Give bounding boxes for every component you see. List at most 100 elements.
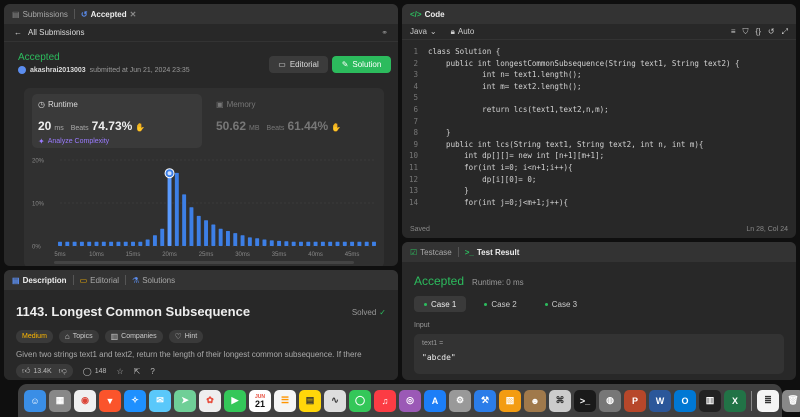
code-line[interactable]: 10 int dp[][]= new int [n+1][m+1];	[402, 150, 796, 162]
like-button[interactable]: 👍︎ 13.4K 👎︎	[16, 364, 73, 378]
trash-icon[interactable]: 🗑︎	[782, 389, 800, 412]
tab-description[interactable]: ▤ Description	[12, 276, 67, 285]
share-icon[interactable]: ⇱	[134, 367, 141, 376]
chart-bar[interactable]	[94, 241, 99, 246]
code-line[interactable]: 3 int n= text1.length();	[402, 69, 796, 81]
chart-bar[interactable]	[160, 228, 165, 246]
chart-bar[interactable]	[204, 220, 209, 246]
chart-bar[interactable]	[291, 241, 296, 246]
xcode-icon[interactable]: ⚒	[474, 389, 496, 412]
hint-tag[interactable]: ♡ Hint	[168, 330, 204, 343]
chart-bar[interactable]	[189, 207, 194, 246]
chart-bar[interactable]	[350, 241, 355, 246]
reminders-icon[interactable]: ☰	[274, 389, 296, 412]
code-line[interactable]: 7	[402, 116, 796, 128]
chart-bar[interactable]	[284, 241, 289, 246]
photos-icon[interactable]: ✿	[199, 389, 221, 412]
chart-bar[interactable]	[225, 230, 230, 246]
chart-scrollbar[interactable]	[54, 261, 354, 264]
chart-bar[interactable]	[313, 241, 318, 246]
contacts-icon[interactable]: ☻	[524, 389, 546, 412]
chart-bar[interactable]	[342, 241, 347, 246]
code-line[interactable]: 4 int m= text2.length();	[402, 81, 796, 93]
chart-bar[interactable]	[72, 241, 77, 246]
case-tab-2[interactable]: Case 2	[474, 296, 526, 312]
chart-bar[interactable]	[247, 237, 252, 246]
chart-bar[interactable]	[138, 241, 143, 246]
all-submissions-link[interactable]: ← All Submissions	[14, 28, 84, 37]
tab-submissions[interactable]: ▤ Submissions	[12, 10, 68, 19]
app-store-icon[interactable]: A	[424, 389, 446, 412]
chrome-icon[interactable]: ◉	[74, 389, 96, 412]
mail-icon[interactable]: ✉	[149, 389, 171, 412]
format-icon[interactable]: ≡	[731, 27, 736, 36]
chart-bar[interactable]	[123, 241, 128, 246]
code-line[interactable]: 13 }	[402, 185, 796, 197]
tab-test-result[interactable]: >_ Test Result	[465, 248, 520, 257]
chart-bar[interactable]	[240, 235, 245, 246]
memory-card[interactable]: ▣ Memory 50.62 MB Beats 61.44% ✋	[210, 94, 380, 148]
preview-icon[interactable]: ▧	[499, 389, 521, 412]
chart-bar[interactable]	[116, 241, 121, 246]
chart-bar[interactable]	[167, 177, 172, 246]
document-thumbnail-icon[interactable]: ≣	[757, 389, 779, 412]
utility-icon[interactable]: ⌘	[549, 389, 571, 412]
case-tab-3[interactable]: Case 3	[535, 296, 587, 312]
code-line[interactable]: 6 return lcs(text1,text2,n,m);	[402, 104, 796, 116]
comments-button[interactable]: ◯ 148	[83, 367, 107, 376]
tab-code[interactable]: </> Code	[410, 10, 445, 19]
star-icon[interactable]: ☆	[116, 367, 123, 376]
code-editor[interactable]: 1 class Solution {2 public int longestCom…	[402, 46, 796, 218]
chart-bar[interactable]	[131, 241, 135, 246]
chart-bar[interactable]	[211, 224, 216, 247]
chart-bar[interactable]	[79, 241, 84, 246]
chart-bar[interactable]	[269, 240, 274, 246]
problem-title[interactable]: 1143. Longest Common Subsequence	[16, 304, 250, 319]
case-tab-1[interactable]: Case 1	[414, 296, 467, 312]
chart-bar[interactable]	[335, 241, 340, 246]
music-icon[interactable]: ♫	[374, 389, 396, 412]
chart-bar[interactable]	[328, 241, 333, 246]
close-icon[interactable]: ✕	[130, 10, 137, 19]
analyze-complexity-link[interactable]: ✦ Analyze Complexity	[38, 137, 196, 146]
topics-tag[interactable]: ⌂ Topics	[58, 330, 99, 343]
chart-bar[interactable]	[372, 241, 376, 246]
freeform-icon[interactable]: ∿	[324, 389, 346, 412]
editorial-button[interactable]: ▭ Editorial	[269, 56, 328, 73]
reset-icon[interactable]: ↺	[768, 27, 775, 36]
settings-icon[interactable]: ⚙	[449, 389, 471, 412]
chart-bar[interactable]	[364, 241, 369, 246]
code-line[interactable]: 9 public int lcs(String text1, String te…	[402, 139, 796, 151]
piano-icon[interactable]: ▥	[699, 389, 721, 412]
code-line[interactable]: 5	[402, 92, 796, 104]
terminal-app-icon[interactable]: >_	[574, 389, 596, 412]
code-line[interactable]: 11 for(int i=0; i<n+1;i++){	[402, 162, 796, 174]
safari-icon[interactable]: ✧	[124, 389, 146, 412]
chart-bar[interactable]	[87, 241, 92, 246]
companies-tag[interactable]: ▥ Companies	[104, 330, 163, 343]
brave-icon[interactable]: ▼	[99, 389, 121, 412]
chart-bar[interactable]	[320, 241, 325, 246]
help-icon[interactable]: ?	[150, 367, 154, 376]
disk-utility-icon[interactable]: ◍	[599, 389, 621, 412]
maps-icon[interactable]: ➤	[174, 389, 196, 412]
tab-accepted[interactable]: ↺ Accepted ✕	[81, 10, 136, 19]
tab-editorial[interactable]: ▭ Editorial	[80, 276, 119, 285]
chart-bar[interactable]	[58, 241, 62, 246]
chart-bar[interactable]	[174, 172, 179, 246]
code-line[interactable]: 8 }	[402, 127, 796, 139]
tab-testcase[interactable]: ☑ Testcase	[410, 248, 452, 257]
thumbs-down-icon[interactable]: 👎︎	[59, 366, 67, 376]
facetime-icon[interactable]: ▶	[224, 389, 246, 412]
tab-solutions[interactable]: ⚗ Solutions	[132, 276, 175, 285]
language-select[interactable]: Java ⌄	[410, 27, 437, 36]
braces-icon[interactable]: {}	[756, 27, 761, 36]
runtime-distribution-chart[interactable]: 20% 10% 0% 5ms 10ms 15ms 20ms 25ms 30ms 35ms 40ms 4…	[24, 150, 384, 266]
chart-bar[interactable]	[255, 238, 260, 246]
chart-bar[interactable]	[357, 241, 362, 246]
chart-bar[interactable]	[65, 241, 70, 246]
auto-mode[interactable]: 🔒︎ Auto	[451, 27, 475, 37]
calendar-icon[interactable]: JUN 21	[249, 389, 271, 412]
runtime-card[interactable]: ◷ Runtime 20 ms Beats 74.73% ✋ ✦ Analyze…	[32, 94, 202, 148]
chart-bar[interactable]	[218, 228, 223, 246]
